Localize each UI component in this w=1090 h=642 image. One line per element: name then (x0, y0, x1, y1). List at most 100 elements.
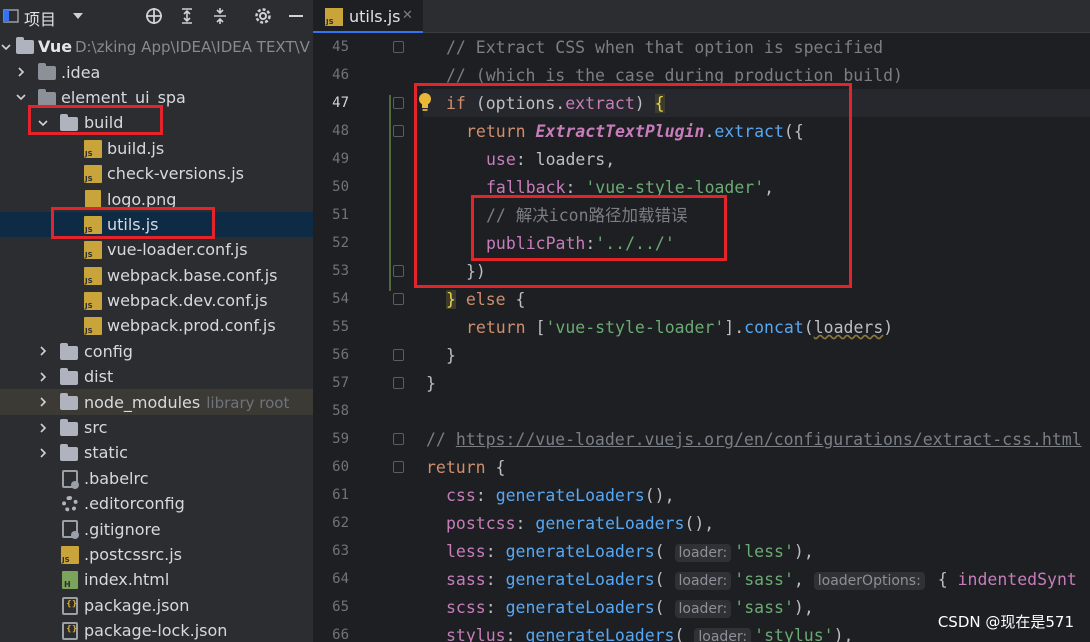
tree-item-file[interactable]: vue-loader.conf.js (0, 237, 313, 262)
tree-item-label: static (84, 443, 128, 463)
tree-item-label: package.json (84, 595, 190, 615)
tree-item-src[interactable]: src (0, 415, 313, 440)
gear-icon (62, 496, 78, 513)
tree-item-file[interactable]: .gitignore (0, 516, 313, 541)
code-line-45: // Extract CSS when that option is speci… (446, 34, 883, 62)
code-token: // Extract CSS when that option is speci… (446, 38, 884, 57)
code-token: generateLoaders (505, 542, 655, 561)
project-view-icon[interactable] (0, 5, 22, 27)
chevron-right-icon[interactable] (37, 371, 49, 383)
close-icon[interactable]: ✕ (402, 8, 413, 23)
tab-utils-js[interactable]: utils.js ✕ (313, 0, 423, 33)
parameter-hint: loader: (674, 544, 732, 562)
js-file-icon (84, 241, 102, 260)
crosshair-icon[interactable] (143, 5, 165, 27)
tree-item-root[interactable]: Vue D:\zking App\IDEA\IDEA TEXT\V (0, 34, 313, 59)
tab-bar: utils.js ✕ (313, 0, 1090, 33)
code-token: ), (793, 598, 814, 617)
html-file-icon (62, 571, 78, 590)
folder-icon (60, 368, 78, 386)
editor: utils.js ✕ 45 46 47 48 49 50 51 52 53 54… (313, 0, 1090, 642)
gear-icon[interactable] (252, 5, 274, 27)
json-file-icon (62, 596, 78, 615)
chevron-down-icon[interactable] (67, 5, 89, 27)
tree-item-label: build.js (107, 138, 165, 158)
js-file-icon (84, 139, 102, 158)
code-token: less (446, 542, 486, 561)
code-token: generateLoaders (495, 486, 645, 505)
tree-item-file[interactable]: .postcssrc.js (0, 542, 313, 567)
code-token: { (927, 570, 958, 589)
folder-icon (38, 88, 56, 106)
annotation-box-publicpath (471, 195, 727, 261)
tree-item-file[interactable]: package-lock.json (0, 618, 313, 642)
code-line-62: postcss: generateLoaders(), (446, 514, 715, 533)
folder-icon (60, 444, 78, 462)
tree-item-label: logo.png (107, 189, 177, 209)
tree-item-label: dist (84, 367, 114, 387)
tree-item-label: webpack.base.conf.js (107, 265, 278, 285)
expand-all-icon[interactable] (176, 5, 198, 27)
code-token: ) (883, 318, 894, 337)
code-token: ]. (724, 318, 745, 337)
tree-item-static[interactable]: static (0, 440, 313, 465)
code-token: [ (525, 318, 546, 337)
code-token: scss (446, 598, 486, 617)
code-line-57: } (426, 370, 436, 398)
tree-item-label: node_modules (84, 392, 201, 412)
code-token: ), (833, 626, 854, 642)
tree-item-label: Vue (38, 37, 73, 57)
tree-item-label: config (84, 341, 133, 361)
tree-item-idea[interactable]: .idea (0, 59, 313, 84)
tree-item-label: webpack.prod.conf.js (107, 316, 276, 336)
code-link[interactable]: https://vue-loader.vuejs.org/en/configur… (456, 430, 1082, 449)
tree-item-config[interactable]: config (0, 339, 313, 364)
code-token: 'sass' (734, 570, 794, 589)
tree-item-label: .gitignore (84, 519, 161, 539)
watermark: CSDN @现在是571 (937, 613, 1074, 631)
js-file-icon (84, 291, 102, 310)
tree-item-label: src (84, 418, 108, 438)
tree-item-file[interactable]: .babelrc (0, 466, 313, 491)
tree-item-node-modules[interactable]: node_modules library root (0, 389, 313, 415)
tree-item-path: D:\zking App\IDEA\IDEA TEXT\V (75, 37, 310, 56)
annotation-box-utils (51, 207, 215, 239)
tree-item-label: .idea (61, 62, 101, 82)
code-token: (), (644, 486, 675, 505)
js-file-icon (84, 317, 102, 336)
chevron-right-icon[interactable] (37, 345, 49, 357)
panel-title[interactable]: 项目 (24, 6, 56, 30)
chevron-right-icon[interactable] (37, 447, 49, 459)
tree-item-file[interactable]: index.html (0, 567, 313, 592)
code-token: (), (684, 514, 715, 533)
tree-item-file[interactable]: .editorconfig (0, 491, 313, 516)
tree-item-file[interactable]: webpack.prod.conf.js (0, 313, 313, 338)
code-token: { (485, 458, 506, 477)
chevron-right-icon[interactable] (37, 422, 49, 434)
tree-item-file[interactable]: webpack.dev.conf.js (0, 288, 313, 313)
chevron-right-icon[interactable] (37, 396, 49, 408)
code-token: } (446, 346, 456, 365)
tree-item-dist[interactable]: dist (0, 364, 313, 389)
chevron-down-icon[interactable] (0, 41, 12, 53)
js-file-icon (61, 545, 79, 564)
tree-item-label: webpack.dev.conf.js (107, 291, 268, 311)
tree-item-label: package-lock.json (84, 621, 228, 641)
code-token: generateLoaders (535, 514, 685, 533)
tree-item-file[interactable]: build.js (0, 136, 313, 161)
minimize-icon[interactable] (285, 5, 307, 27)
code-token: , (793, 570, 814, 589)
chevron-right-icon[interactable] (15, 66, 27, 78)
tree-item-file[interactable]: package.json (0, 593, 313, 618)
collapse-all-icon[interactable] (209, 5, 231, 27)
project-panel: 项目 Vue D:\zking App\IDEA\IDEA TEXT\V .id… (0, 0, 313, 642)
tree-item-label: .postcssrc.js (84, 545, 182, 564)
code-token: 'vue-style-loader' (545, 318, 725, 337)
library-root-hint: library root (206, 393, 290, 412)
tree-item-file[interactable]: check-versions.js (0, 161, 313, 186)
code-line-56: } (446, 342, 456, 370)
chevron-down-icon[interactable] (15, 91, 27, 103)
tree-item-label: .babelrc (84, 468, 149, 488)
parameter-hint: loader: (674, 572, 732, 590)
tree-item-file[interactable]: webpack.base.conf.js (0, 263, 313, 288)
